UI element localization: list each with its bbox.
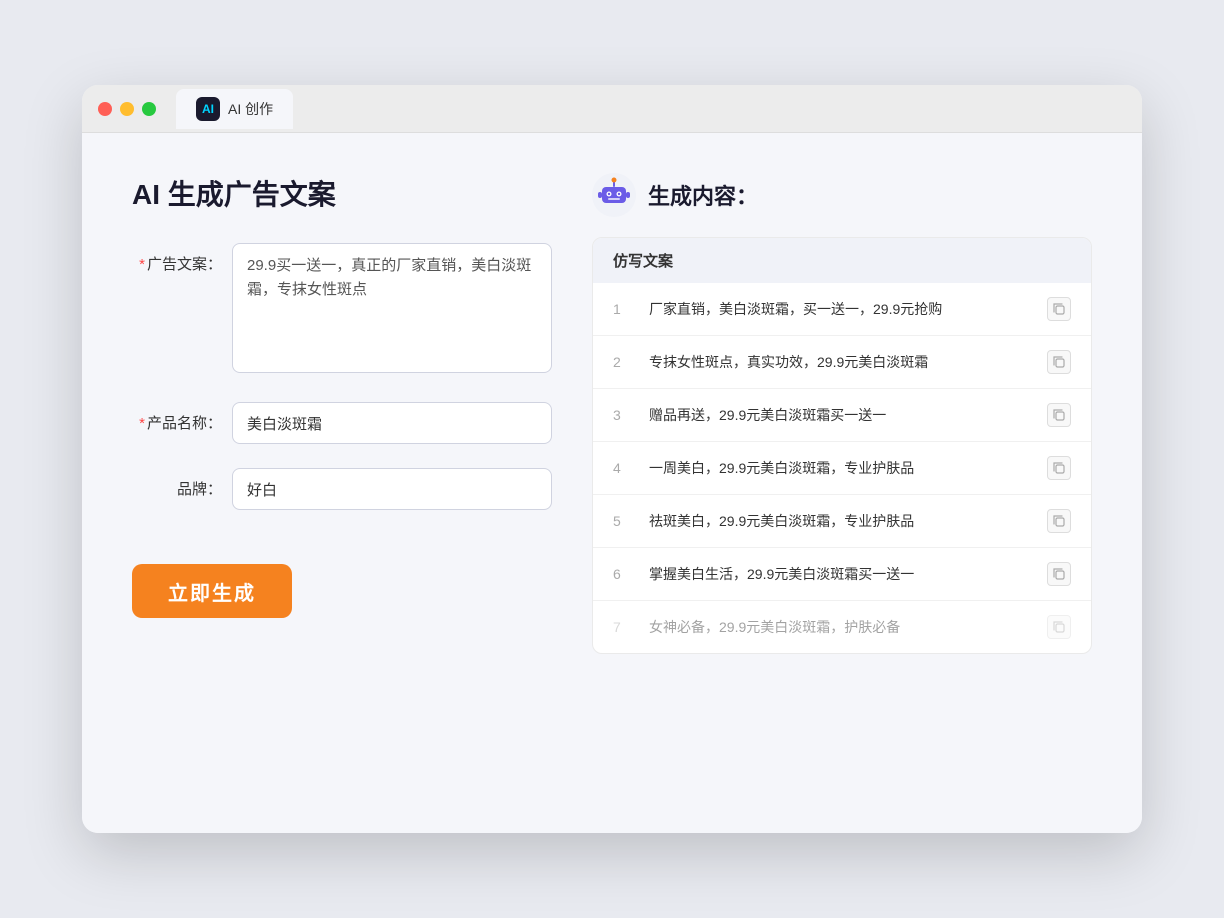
robot-icon bbox=[592, 173, 636, 217]
results-table: 仿写文案 1 厂家直销，美白淡斑霜，买一送一，29.9元抢购 2 专抹女性斑点，… bbox=[592, 237, 1092, 654]
table-row: 3 赠品再送，29.9元美白淡斑霜买一送一 bbox=[593, 389, 1091, 442]
row-text: 厂家直销，美白淡斑霜，买一送一，29.9元抢购 bbox=[649, 299, 1031, 320]
maximize-button[interactable] bbox=[142, 102, 156, 116]
copy-button[interactable] bbox=[1047, 509, 1071, 533]
ad-copy-input-wrap: 29.9买一送一，真正的厂家直销，美白淡斑霜，专抹女性斑点 bbox=[232, 243, 552, 378]
ad-copy-input[interactable]: 29.9买一送一，真正的厂家直销，美白淡斑霜，专抹女性斑点 bbox=[232, 243, 552, 373]
row-text: 女神必备，29.9元美白淡斑霜，护肤必备 bbox=[649, 617, 1031, 638]
copy-button[interactable] bbox=[1047, 456, 1071, 480]
copy-button[interactable] bbox=[1047, 350, 1071, 374]
table-row: 1 厂家直销，美白淡斑霜，买一送一，29.9元抢购 bbox=[593, 283, 1091, 336]
row-text: 赠品再送，29.9元美白淡斑霜买一送一 bbox=[649, 405, 1031, 426]
row-text: 祛斑美白，29.9元美白淡斑霜，专业护肤品 bbox=[649, 511, 1031, 532]
row-number: 6 bbox=[613, 566, 633, 582]
table-row: 6 掌握美白生活，29.9元美白淡斑霜买一送一 bbox=[593, 548, 1091, 601]
results-header: 仿写文案 bbox=[593, 238, 1091, 283]
product-name-label: *产品名称： bbox=[132, 402, 222, 433]
close-button[interactable] bbox=[98, 102, 112, 116]
results-list: 1 厂家直销，美白淡斑霜，买一送一，29.9元抢购 2 专抹女性斑点，真实功效，… bbox=[593, 283, 1091, 653]
ad-copy-label: *广告文案： bbox=[132, 243, 222, 274]
ad-copy-row: *广告文案： 29.9买一送一，真正的厂家直销，美白淡斑霜，专抹女性斑点 bbox=[132, 243, 552, 378]
row-number: 5 bbox=[613, 513, 633, 529]
table-row: 7 女神必备，29.9元美白淡斑霜，护肤必备 bbox=[593, 601, 1091, 653]
row-number: 3 bbox=[613, 407, 633, 423]
row-number: 7 bbox=[613, 619, 633, 635]
row-text: 一周美白，29.9元美白淡斑霜，专业护肤品 bbox=[649, 458, 1031, 479]
minimize-button[interactable] bbox=[120, 102, 134, 116]
table-row: 5 祛斑美白，29.9元美白淡斑霜，专业护肤品 bbox=[593, 495, 1091, 548]
row-number: 4 bbox=[613, 460, 633, 476]
ai-tab-icon: AI bbox=[196, 97, 220, 121]
product-name-input[interactable] bbox=[232, 402, 552, 444]
right-panel: 生成内容： 仿写文案 1 厂家直销，美白淡斑霜，买一送一，29.9元抢购 2 专… bbox=[592, 173, 1092, 793]
table-row: 2 专抹女性斑点，真实功效，29.9元美白淡斑霜 bbox=[593, 336, 1091, 389]
tab-label: AI 创作 bbox=[228, 99, 273, 119]
brand-input[interactable] bbox=[232, 468, 552, 510]
right-title: 生成内容： bbox=[648, 179, 758, 211]
titlebar: AI AI 创作 bbox=[82, 85, 1142, 133]
row-number: 2 bbox=[613, 354, 633, 370]
copy-button[interactable] bbox=[1047, 615, 1071, 639]
generate-button[interactable]: 立即生成 bbox=[132, 564, 292, 618]
required-star: * bbox=[139, 256, 145, 273]
left-panel: AI 生成广告文案 *广告文案： 29.9买一送一，真正的厂家直销，美白淡斑霜，… bbox=[132, 173, 552, 793]
page-title: AI 生成广告文案 bbox=[132, 173, 552, 213]
brand-input-wrap bbox=[232, 468, 552, 510]
right-header: 生成内容： bbox=[592, 173, 1092, 217]
product-name-row: *产品名称： bbox=[132, 402, 552, 444]
tab-ai-creation[interactable]: AI AI 创作 bbox=[176, 89, 293, 129]
main-content: AI 生成广告文案 *广告文案： 29.9买一送一，真正的厂家直销，美白淡斑霜，… bbox=[82, 133, 1142, 833]
row-text: 专抹女性斑点，真实功效，29.9元美白淡斑霜 bbox=[649, 352, 1031, 373]
copy-button[interactable] bbox=[1047, 562, 1071, 586]
copy-button[interactable] bbox=[1047, 297, 1071, 321]
brand-label: 品牌： bbox=[132, 468, 222, 499]
required-star-2: * bbox=[139, 415, 145, 432]
row-number: 1 bbox=[613, 301, 633, 317]
brand-row: 品牌： bbox=[132, 468, 552, 510]
browser-window: AI AI 创作 AI 生成广告文案 *广告文案： 29.9买一送一，真正的厂家… bbox=[82, 85, 1142, 833]
product-name-input-wrap bbox=[232, 402, 552, 444]
traffic-lights bbox=[98, 102, 156, 116]
row-text: 掌握美白生活，29.9元美白淡斑霜买一送一 bbox=[649, 564, 1031, 585]
table-row: 4 一周美白，29.9元美白淡斑霜，专业护肤品 bbox=[593, 442, 1091, 495]
copy-button[interactable] bbox=[1047, 403, 1071, 427]
